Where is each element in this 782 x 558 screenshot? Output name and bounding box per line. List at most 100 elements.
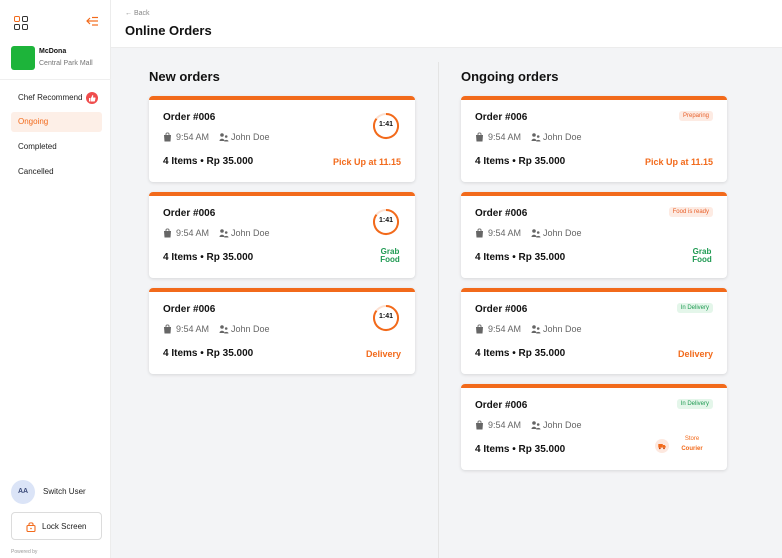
grabfood-logo-line2: Food — [380, 255, 400, 264]
person-icon — [531, 133, 541, 142]
order-card[interactable]: Order #006 9:54 AM John Doe 4 Items • Rp… — [461, 384, 727, 470]
order-id: Order #006 — [475, 304, 528, 315]
order-card[interactable]: Order #006 9:54 AM John Doe 4 Items • Rp… — [461, 96, 727, 182]
order-id: Order #006 — [475, 112, 528, 123]
person-icon — [531, 229, 541, 238]
customer-name: John Doe — [543, 132, 582, 142]
nav-label: Cancelled — [18, 167, 54, 176]
avatar[interactable]: AA — [11, 480, 35, 504]
card-accent-bar — [461, 384, 727, 388]
divider — [0, 79, 111, 80]
customer-name: John Doe — [231, 228, 270, 238]
grid-icon[interactable] — [14, 16, 28, 30]
bag-icon — [476, 228, 483, 238]
order-card[interactable]: Order #006 9:54 AM John Doe 4 Items • Rp… — [149, 192, 415, 278]
page-header: ← Back Online Orders — [111, 0, 782, 48]
store-logo — [11, 46, 35, 70]
grabfood-logo-line2: Food — [692, 255, 712, 264]
nav-ongoing[interactable]: Ongoing — [11, 112, 102, 132]
timer-value: 1:41 — [378, 217, 393, 224]
bag-icon — [164, 228, 171, 238]
bag-icon — [476, 324, 483, 334]
ongoing-orders-title: Ongoing orders — [461, 69, 559, 84]
order-time: 9:54 AM — [488, 228, 522, 238]
collapse-menu-icon[interactable] — [86, 16, 99, 29]
timer-value: 1:41 — [378, 121, 393, 128]
order-method: Pick Up at 11.15 — [644, 157, 713, 167]
status-badge: In Delivery — [676, 303, 713, 313]
order-time: 9:54 AM — [176, 132, 210, 142]
order-card[interactable]: Order #006 9:54 AM John Doe 4 Items • Rp… — [461, 288, 727, 374]
customer-name: John Doe — [231, 324, 270, 334]
order-summary: 4 Items • Rp 35.000 — [163, 348, 254, 359]
order-summary: 4 Items • Rp 35.000 — [163, 156, 254, 167]
nav-completed[interactable]: Completed — [11, 137, 102, 157]
order-id: Order #006 — [163, 208, 216, 219]
column-divider — [438, 62, 439, 558]
card-accent-bar — [461, 192, 727, 196]
order-summary: 4 Items • Rp 35.000 — [475, 444, 566, 455]
bag-icon — [476, 420, 483, 430]
customer-name: John Doe — [543, 420, 582, 430]
person-icon — [531, 325, 541, 334]
powered-by: Powered by — [11, 549, 38, 555]
courier-truck-icon — [655, 439, 669, 453]
person-icon — [219, 133, 229, 142]
lock-screen-label: Lock Screen — [42, 522, 87, 531]
card-accent-bar — [461, 288, 727, 292]
store-location: Central Park Mall — [39, 60, 93, 67]
status-badge: Food is ready — [668, 207, 713, 217]
order-time: 9:54 AM — [488, 324, 522, 334]
status-badge: Preparing — [678, 111, 713, 121]
nav-label: Ongoing — [18, 117, 49, 126]
order-card[interactable]: Order #006 9:54 AM John Doe 4 Items • Rp… — [149, 96, 415, 182]
order-summary: 4 Items • Rp 35.000 — [163, 252, 254, 263]
order-card[interactable]: Order #006 9:54 AM John Doe 4 Items • Rp… — [149, 288, 415, 374]
timer-icon: 1:41 — [372, 208, 400, 236]
order-id: Order #006 — [163, 112, 216, 123]
card-accent-bar — [149, 288, 415, 292]
order-id: Order #006 — [475, 208, 528, 219]
timer-icon: 1:41 — [372, 112, 400, 140]
nav-label: Chef Recommend — [18, 93, 83, 102]
person-icon — [531, 421, 541, 430]
switch-user-button[interactable]: Switch User — [43, 487, 86, 496]
nav-label: Completed — [18, 142, 57, 151]
lock-icon — [26, 522, 36, 532]
grabfood-logo: Grab Food — [379, 248, 401, 264]
lock-screen-button[interactable]: Lock Screen — [11, 512, 102, 540]
grabfood-logo: Grab Food — [691, 248, 713, 264]
courier-label-line1: Store — [684, 436, 700, 442]
bag-icon — [476, 132, 483, 142]
order-method: Pick Up at 11.15 — [332, 157, 401, 167]
order-summary: 4 Items • Rp 35.000 — [475, 252, 566, 263]
courier-label-line2: Courier — [681, 446, 703, 452]
store-name: McDona — [39, 48, 67, 55]
timer-icon: 1:41 — [372, 304, 400, 332]
order-time: 9:54 AM — [488, 132, 522, 142]
back-link[interactable]: ← Back — [125, 10, 150, 17]
nav-cancelled[interactable]: Cancelled — [11, 162, 102, 182]
bag-icon — [164, 324, 171, 334]
nav-chef-recommend[interactable]: Chef Recommend — [11, 88, 102, 108]
order-time: 9:54 AM — [488, 420, 522, 430]
customer-name: John Doe — [543, 228, 582, 238]
order-time: 9:54 AM — [176, 324, 210, 334]
order-summary: 4 Items • Rp 35.000 — [475, 156, 566, 167]
sidebar: McDona Central Park Mall Chef Recommend … — [0, 0, 111, 558]
card-accent-bar — [149, 96, 415, 100]
order-summary: 4 Items • Rp 35.000 — [475, 348, 566, 359]
order-time: 9:54 AM — [176, 228, 210, 238]
card-accent-bar — [461, 96, 727, 100]
order-card[interactable]: Order #006 9:54 AM John Doe 4 Items • Rp… — [461, 192, 727, 278]
order-method: Delivery — [677, 349, 713, 359]
thumbs-up-icon — [86, 92, 98, 104]
customer-name: John Doe — [543, 324, 582, 334]
order-id: Order #006 — [475, 400, 528, 411]
order-method: Delivery — [365, 349, 401, 359]
person-icon — [219, 325, 229, 334]
store-courier: Store Courier — [655, 436, 713, 456]
card-accent-bar — [149, 192, 415, 196]
order-id: Order #006 — [163, 304, 216, 315]
bag-icon — [164, 132, 171, 142]
